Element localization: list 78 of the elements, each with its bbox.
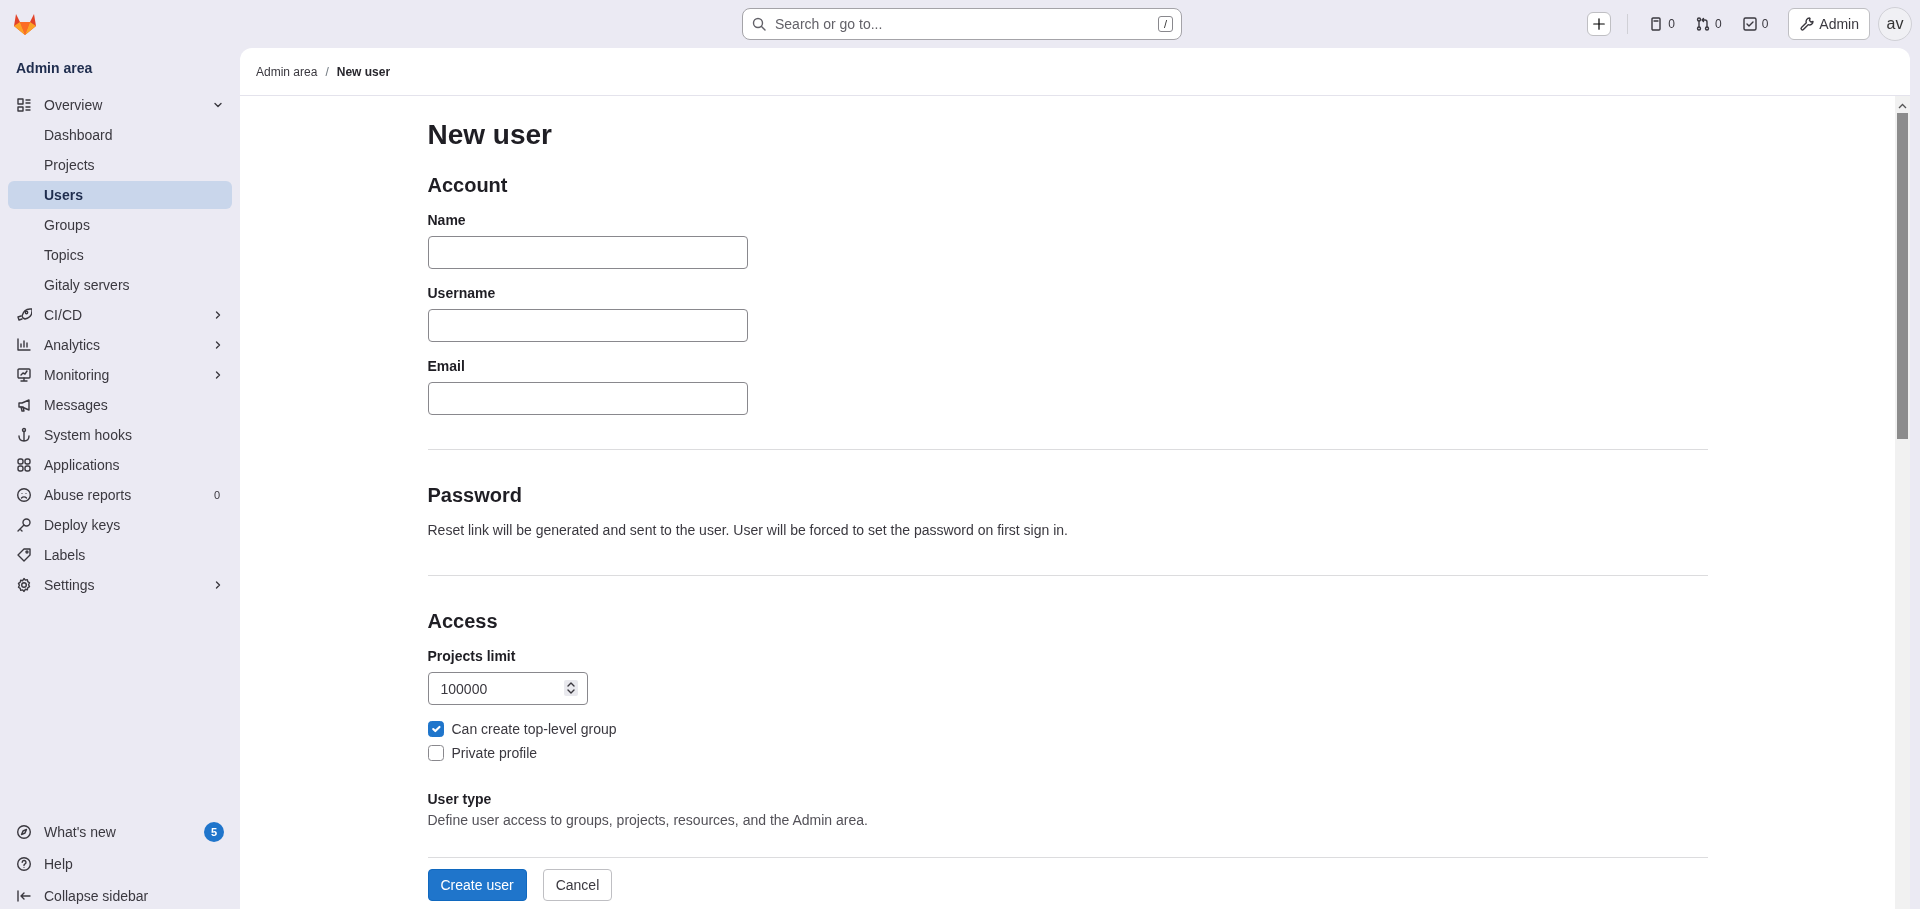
checkbox[interactable] [427, 721, 444, 737]
sidebar-item[interactable]: Topics [8, 241, 232, 269]
compass-icon [16, 824, 32, 840]
count-badge: 5 [204, 822, 224, 842]
search-field[interactable]: Search or go to... / [742, 8, 1182, 40]
monitor-icon [16, 367, 32, 383]
count-label: 0 [213, 487, 221, 503]
field-label: User type [427, 790, 493, 809]
sidebar-item[interactable]: Dashboard [8, 121, 232, 149]
field-label: Email [427, 357, 466, 376]
breadcrumb-link[interactable]: New user [336, 62, 391, 81]
sidebar-title: Admin area [15, 59, 94, 78]
breadcrumb-link[interactable]: Admin area [256, 62, 318, 81]
scrollbar-thumb[interactable] [1897, 113, 1908, 439]
field-label: Name [427, 211, 467, 230]
sidebar-item[interactable]: Deploy keys [8, 511, 232, 539]
text-field[interactable] [427, 309, 748, 342]
tag-icon [16, 547, 32, 563]
megaphone-icon [16, 397, 32, 413]
admin-button[interactable]: Admin [1788, 8, 1870, 40]
sidebar-item[interactable]: Abuse reports 0 [8, 481, 232, 509]
field-label: Username [427, 284, 497, 303]
breadcrumb-separator: / [325, 63, 329, 81]
sidebar-item[interactable]: Applications [8, 451, 232, 479]
checkbox-label: Can create top-level group [451, 719, 617, 739]
gear-icon [16, 577, 32, 593]
sidebar-item[interactable]: Projects [8, 151, 232, 179]
sidebar-item[interactable]: Collapse sidebar [8, 881, 232, 909]
collapse-icon [16, 888, 32, 904]
text-field[interactable] [427, 236, 748, 269]
apps-icon [16, 457, 32, 473]
avatar[interactable]: av [1878, 7, 1912, 41]
key-icon [16, 517, 32, 533]
sidebar-item[interactable]: Groups [8, 211, 232, 239]
sidebar-item[interactable]: Gitaly servers [8, 271, 232, 299]
merge-request-icon [1694, 16, 1711, 32]
section-heading: Account [427, 173, 509, 198]
todo-icon [1741, 16, 1758, 32]
number-field[interactable]: 100000 [427, 672, 588, 705]
sidebar-item[interactable]: Users [8, 181, 232, 209]
counter-button[interactable]: 0 [1690, 15, 1726, 33]
text-field[interactable] [427, 382, 748, 415]
sidebar-item[interactable]: What's new 5 [8, 817, 232, 847]
sidebar-item[interactable]: Analytics [8, 331, 232, 359]
search-placeholder: Search or go to... [775, 14, 883, 34]
field-description: Define user access to groups, projects, resources, and the Admin area. [427, 811, 869, 830]
wrench-icon [1799, 16, 1816, 32]
sidebar-item[interactable]: Labels [8, 541, 232, 569]
scrollbar[interactable] [1895, 96, 1910, 909]
section-description: Reset link will be generated and sent to the user. User will be forced to set the password on first sign in. [427, 521, 1069, 540]
grid-list-icon [16, 97, 32, 113]
checkbox-label: Private profile [451, 743, 538, 763]
plus-icon [1592, 17, 1607, 31]
sad-face-icon [16, 487, 32, 503]
anchor-icon [16, 427, 32, 443]
search-icon [751, 16, 767, 32]
sidebar-item[interactable]: Overview [8, 91, 232, 119]
sidebar-item[interactable]: Monitoring [8, 361, 232, 389]
bar-chart-icon [16, 337, 32, 353]
counter-button[interactable]: 0 [1644, 15, 1679, 33]
help-icon [16, 856, 32, 872]
page-title: New user [427, 118, 553, 152]
sidebar-item[interactable]: CI/CD [8, 301, 232, 329]
counter-button[interactable]: 0 [1737, 15, 1773, 33]
sidebar-item[interactable]: Messages [8, 391, 232, 419]
sidebar-item[interactable]: Help [8, 849, 232, 879]
field-label: Projects limit [427, 647, 517, 666]
scroll-up-icon[interactable] [1898, 102, 1907, 111]
sidebar-item[interactable]: System hooks [8, 421, 232, 449]
checkbox[interactable] [427, 745, 444, 761]
submit-button[interactable]: Create user [427, 869, 527, 901]
cancel-button[interactable]: Cancel [542, 869, 613, 901]
rocket-icon [16, 307, 32, 323]
create-new-button[interactable] [1587, 12, 1612, 36]
section-heading: Access [427, 609, 499, 634]
sidebar-item[interactable]: Settings [8, 571, 232, 599]
shortcut-key: / [1157, 16, 1173, 32]
section-heading: Password [427, 483, 523, 508]
